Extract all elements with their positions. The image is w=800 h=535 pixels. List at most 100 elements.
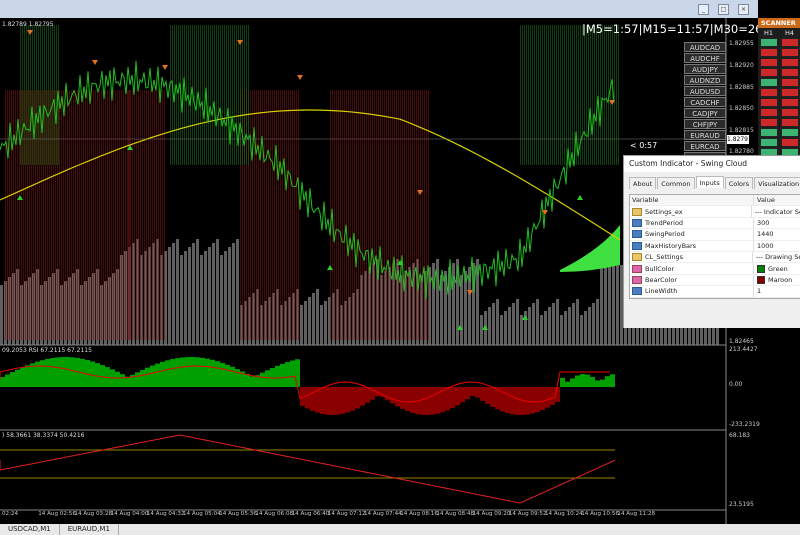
param-value[interactable]: Maroon (768, 275, 792, 285)
price-tick: 1.82850 (729, 105, 754, 112)
param-name: SwingPeriod (645, 230, 685, 239)
time-tick: 14 Aug 10:56 (581, 511, 619, 517)
param-value[interactable]: --- Drawing Se (756, 252, 800, 262)
scanner-panel: SCANNER H1 H4 (758, 18, 800, 177)
scanner-row (758, 88, 800, 97)
symbol-button-eurcad[interactable]: EURCAD (684, 141, 726, 151)
price-tick: 1.82815 (729, 127, 754, 134)
param-row[interactable]: CL_Settings --- Drawing Se (630, 251, 800, 264)
dialog-tabs: About Common Inputs Colors Visualization (624, 172, 800, 189)
dialog-title: Custom Indicator - Swing Cloud (624, 156, 800, 172)
rsi-tick: 0.00 (729, 381, 743, 388)
scanner-row (758, 128, 800, 137)
scanner-row (758, 38, 800, 47)
scanner-row (758, 68, 800, 77)
tab-inputs[interactable]: Inputs (695, 176, 724, 188)
param-name: BearColor (645, 275, 678, 284)
param-value[interactable]: 1440 (757, 229, 774, 239)
price-tick: 1.82955 (729, 40, 754, 47)
string-param-icon (632, 253, 642, 262)
color-swatch (757, 264, 765, 273)
numeric-param-icon (632, 218, 642, 227)
scanner-row (758, 98, 800, 107)
numeric-param-icon (632, 287, 642, 296)
scanner-title: SCANNER (758, 18, 800, 28)
param-name: Settings_ex (645, 207, 683, 216)
param-value[interactable]: Green (768, 264, 788, 274)
time-tick: 14 Aug 08:16 (400, 511, 438, 517)
price-tick: 1.82465 (729, 338, 754, 345)
time-tick: 14 Aug 09:20 (472, 511, 511, 517)
inputs-grid: Variable Value Settings_ex --- Indicator … (629, 194, 800, 299)
symbol-button-chfjpy[interactable]: CHFJPY (684, 119, 726, 129)
scanner-col-h4: H4 (784, 29, 795, 37)
symbol-button-cadchf[interactable]: CADCHF (684, 97, 726, 107)
osc-tick: 68.183 (729, 432, 750, 439)
color-param-icon (632, 264, 642, 273)
symbol-button-euraud[interactable]: EURAUD (684, 130, 726, 140)
time-tick: 14 Aug 05:36 (219, 511, 257, 517)
time-tick: 14 Aug 02:56 (38, 511, 76, 517)
numeric-param-icon (632, 241, 642, 250)
time-tick: 02:24 (2, 511, 19, 517)
scanner-cell-green (759, 38, 778, 47)
symbol-button-audjpy[interactable]: AUDJPY (684, 64, 726, 74)
scanner-col-h1: H1 (763, 29, 774, 37)
param-row[interactable]: MaxHistoryBars 1000 (630, 240, 800, 252)
symbol-button-audnzd[interactable]: AUDNZD (684, 75, 726, 85)
numeric-param-icon (632, 230, 642, 239)
scanner-cell-red (759, 58, 778, 67)
param-row[interactable]: BearColor Maroon (630, 274, 800, 287)
tab-visualization[interactable]: Visualization (754, 177, 800, 189)
bar-countdown: < 0:57 (630, 141, 658, 150)
tab-euraud[interactable]: EURAUD,M1 (60, 524, 119, 535)
time-tick: 14 Aug 06:40 (291, 511, 330, 517)
rsi-label: 09.2053 RSI 67.2115 67.2115 (2, 347, 92, 354)
tab-common[interactable]: Common (657, 177, 695, 189)
time-tick: 14 Aug 10:24 (545, 511, 583, 517)
symbol-button-audchf[interactable]: AUDCHF (684, 53, 726, 63)
rsi-tick: 213.4427 (729, 346, 758, 353)
param-row[interactable]: TrendPeriod 300 (630, 217, 800, 230)
scanner-cell-red (759, 48, 778, 57)
param-value[interactable]: --- Indicator Se (755, 207, 800, 217)
time-tick: 14 Aug 06:08 (255, 511, 294, 517)
param-name: TrendPeriod (645, 218, 684, 227)
scanner-cell-red (759, 118, 778, 127)
param-value[interactable]: 1000 (757, 241, 774, 251)
symbol-button-cadjpy[interactable]: CADJPY (684, 108, 726, 118)
param-row[interactable]: LineWidth 1 (630, 286, 800, 298)
scanner-cell-red (759, 108, 778, 117)
timeframe-timer: |M5=1:57|M15=11:57|M30=26:57 (582, 22, 781, 36)
param-row[interactable]: SwingPeriod 1440 (630, 229, 800, 241)
param-value[interactable]: 1 (757, 286, 761, 296)
scanner-header: H1 H4 (758, 28, 800, 38)
price-tick: 1.82780 (729, 148, 754, 155)
scanner-cell-green (759, 78, 778, 87)
header-variable: Variable (630, 195, 754, 206)
ohlc-label: 1.82789 1.82795 (2, 21, 54, 28)
scanner-cell-red (780, 78, 799, 87)
grid-header: Variable Value (630, 195, 800, 207)
scanner-cell-red (780, 38, 799, 47)
param-row[interactable]: BullColor Green (630, 263, 800, 275)
param-name: CL_Settings (645, 253, 684, 262)
time-tick: 14 Aug 08:48 (436, 511, 475, 517)
param-row[interactable]: Settings_ex --- Indicator Se (630, 206, 800, 218)
scanner-cell-red (759, 68, 778, 77)
symbol-button-audcad[interactable]: AUDCAD (684, 42, 726, 52)
time-tick: 14 Aug 09:52 (508, 511, 547, 517)
scanner-cell-green (759, 138, 778, 147)
scanner-cell-red (780, 88, 799, 97)
param-value[interactable]: 300 (757, 218, 769, 228)
tab-about[interactable]: About (629, 177, 657, 189)
scanner-cell-red (780, 108, 799, 117)
tab-colors[interactable]: Colors (724, 177, 754, 189)
tab-usdcad[interactable]: USDCAD,M1 (0, 524, 60, 535)
symbol-button-audusd[interactable]: AUDUSD (684, 86, 726, 96)
time-tick: 14 Aug 07:12 (327, 511, 366, 517)
scanner-cell-green (780, 128, 799, 137)
osc-tick: 23.5195 (729, 501, 754, 508)
scanner-row (758, 138, 800, 147)
scanner-cell-red (759, 98, 778, 107)
